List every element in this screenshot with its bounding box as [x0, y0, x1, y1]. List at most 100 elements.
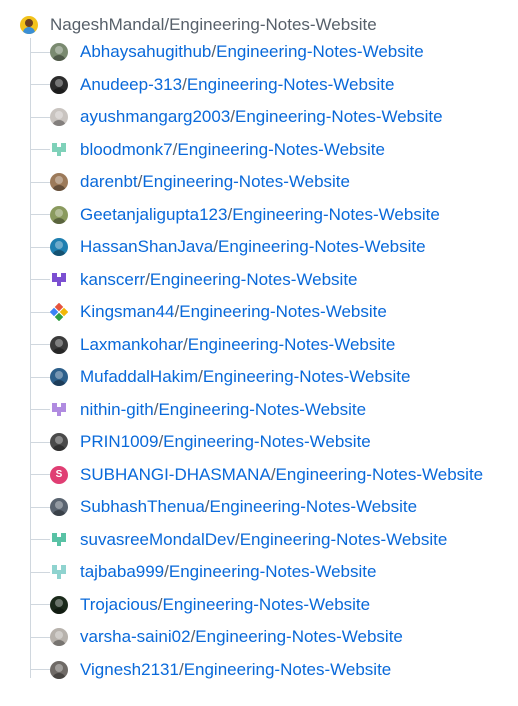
fork-row: Abhaysahugithub / Engineering-Notes-Webs… — [30, 40, 424, 64]
fork-repo-link[interactable]: Engineering-Notes-Website — [203, 367, 411, 387]
fork-row: PRIN1009 / Engineering-Notes-Website — [30, 430, 371, 454]
identicon-pattern — [52, 272, 66, 287]
tree-branch-connector — [30, 571, 50, 573]
fork-repo-link[interactable]: Engineering-Notes-Website — [216, 42, 424, 62]
fork-owner-avatar[interactable] — [50, 368, 68, 386]
fork-row: darenbt / Engineering-Notes-Website — [30, 170, 350, 194]
fork-owner-avatar[interactable] — [50, 628, 68, 646]
fork-owner-link[interactable]: Geetanjaligupta123 — [80, 205, 227, 225]
fork-repo-link[interactable]: Engineering-Notes-Website — [240, 530, 448, 550]
fork-owner-avatar[interactable] — [50, 400, 68, 419]
tree-branch-connector — [30, 409, 50, 410]
fork-owner-avatar[interactable] — [50, 75, 68, 94]
fork-row: HassanShanJava / Engineering-Notes-Websi… — [30, 235, 426, 259]
fork-owner-avatar[interactable] — [50, 43, 68, 61]
fork-owner-avatar[interactable] — [50, 498, 68, 516]
fork-row: varsha-saini02 / Engineering-Notes-Websi… — [30, 625, 403, 649]
fork-repo-link[interactable]: Engineering-Notes-Website — [218, 237, 426, 257]
fork-owner-link[interactable]: PRIN1009 — [80, 432, 158, 452]
fork-owner-link[interactable]: varsha-saini02 — [80, 627, 191, 647]
identicon-cell — [61, 542, 66, 547]
tree-branch-connector — [30, 376, 50, 378]
fork-repo-link[interactable]: Engineering-Notes-Website — [142, 172, 350, 192]
fork-repo-link[interactable]: Engineering-Notes-Website — [169, 562, 377, 582]
fork-row: SubhashThenua / Engineering-Notes-Websit… — [30, 495, 417, 519]
fork-row: Geetanjaligupta123 / Engineering-Notes-W… — [30, 203, 440, 227]
fork-repo-link[interactable]: Engineering-Notes-Website — [150, 270, 358, 290]
tree-branch-connector — [30, 539, 50, 540]
fork-owner-avatar[interactable] — [50, 173, 68, 191]
tree-branch-connector — [30, 506, 50, 508]
fork-repo-link[interactable]: Engineering-Notes-Website — [163, 595, 371, 615]
fork-owner-avatar[interactable] — [50, 563, 68, 581]
fork-repo-link[interactable]: Engineering-Notes-Website — [158, 400, 366, 420]
fork-owner-link[interactable]: MufaddalHakim — [80, 367, 198, 387]
identicon-cell — [61, 412, 66, 417]
identicon-pattern — [52, 565, 66, 579]
fork-owner-avatar[interactable] — [50, 335, 68, 354]
fork-row: S SUBHANGI-DHASMANA / Engineering-Notes-W… — [30, 463, 483, 487]
fork-owner-link[interactable]: Anudeep-313 — [80, 75, 182, 95]
fork-owner-link[interactable]: ayushmangarg2003 — [80, 107, 230, 127]
fork-owner-avatar[interactable] — [50, 205, 68, 224]
fork-owner-link[interactable]: Laxmankohar — [80, 335, 183, 355]
root-repository: NageshMandal / Engineering-Notes-Website — [20, 13, 377, 37]
fork-repo-link[interactable]: Engineering-Notes-Website — [210, 497, 418, 517]
tree-branch-connector — [30, 604, 50, 605]
fork-owner-avatar[interactable] — [50, 660, 68, 679]
fork-owner-link[interactable]: HassanShanJava — [80, 237, 213, 257]
fork-row: ayushmangarg2003 / Engineering-Notes-Web… — [30, 105, 443, 129]
fork-repo-link[interactable]: Engineering-Notes-Website — [184, 660, 392, 680]
fork-row: MufaddalHakim / Engineering-Notes-Websit… — [30, 365, 410, 389]
tree-branch-connector — [30, 474, 50, 475]
fork-owner-link[interactable]: Kingsman44 — [80, 302, 175, 322]
fork-repo-link[interactable]: Engineering-Notes-Website — [235, 107, 443, 127]
fork-owner-link[interactable]: suvasreeMondalDev — [80, 530, 235, 550]
identicon-cell — [61, 152, 66, 157]
fork-owner-avatar[interactable] — [50, 270, 68, 289]
fork-owner-link[interactable]: tajbaba999 — [80, 562, 164, 582]
tree-branch-connector — [30, 669, 50, 670]
root-owner-avatar[interactable] — [20, 16, 38, 34]
identicon-pattern — [52, 402, 66, 417]
fork-repo-link[interactable]: Engineering-Notes-Website — [163, 432, 371, 452]
fork-repo-link[interactable]: Engineering-Notes-Website — [232, 205, 440, 225]
fork-owner-avatar[interactable] — [50, 433, 68, 451]
fork-owner-link[interactable]: nithin-gith — [80, 400, 154, 420]
fork-row: nithin-gith / Engineering-Notes-Website — [30, 398, 366, 422]
tree-branch-connector — [30, 84, 50, 85]
tree-branch-connector — [30, 311, 50, 313]
fork-owner-link[interactable]: darenbt — [80, 172, 138, 192]
fork-owner-link[interactable]: bloodmonk7 — [80, 140, 173, 160]
fork-repo-link[interactable]: Engineering-Notes-Website — [179, 302, 387, 322]
fork-owner-link[interactable]: kanscerr — [80, 270, 145, 290]
fork-owner-link[interactable]: SubhashThenua — [80, 497, 205, 517]
fork-owner-link[interactable]: Trojacious — [80, 595, 158, 615]
fork-owner-avatar[interactable]: S — [50, 465, 68, 484]
fork-owner-avatar[interactable] — [50, 595, 68, 614]
fork-repo-link[interactable]: Engineering-Notes-Website — [188, 335, 396, 355]
fork-owner-avatar[interactable] — [50, 108, 68, 126]
fork-row: Trojacious / Engineering-Notes-Website — [30, 593, 370, 617]
fork-row: Anudeep-313 / Engineering-Notes-Website — [30, 73, 394, 97]
identicon-cell — [61, 574, 66, 579]
fork-repo-link[interactable]: Engineering-Notes-Website — [195, 627, 403, 647]
tree-branch-connector — [30, 214, 50, 215]
fork-owner-avatar[interactable] — [50, 238, 68, 256]
tree-branch-connector — [30, 636, 50, 638]
fork-owner-avatar[interactable] — [50, 140, 68, 159]
fork-repo-link[interactable]: Engineering-Notes-Website — [187, 75, 395, 95]
fork-row: Vignesh2131 / Engineering-Notes-Website — [30, 658, 391, 682]
tree-branch-connector — [30, 344, 50, 345]
root-repo-name: Engineering-Notes-Website — [169, 15, 377, 34]
fork-owner-link[interactable]: Abhaysahugithub — [80, 42, 211, 62]
fork-repo-link[interactable]: Engineering-Notes-Website — [276, 465, 484, 485]
fork-row: bloodmonk7 / Engineering-Notes-Website — [30, 138, 385, 162]
fork-repo-link[interactable]: Engineering-Notes-Website — [177, 140, 385, 160]
fork-owner-link[interactable]: Vignesh2131 — [80, 660, 179, 680]
identicon-pattern — [52, 142, 66, 157]
identicon-cell — [61, 282, 66, 287]
fork-owner-avatar[interactable] — [50, 303, 68, 321]
fork-owner-link[interactable]: SUBHANGI-DHASMANA — [80, 465, 271, 485]
fork-owner-avatar[interactable] — [50, 530, 68, 549]
